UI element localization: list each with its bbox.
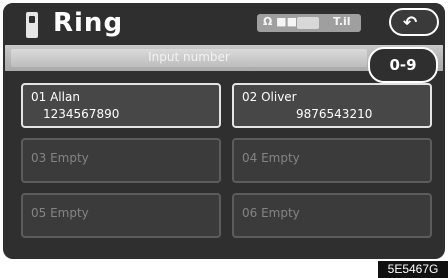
- number-pad-button[interactable]: 0-9: [368, 47, 438, 83]
- entry-06[interactable]: 06 Empty: [232, 193, 432, 238]
- title-bar: Ring Ω ■■ T.il ↶: [3, 3, 445, 45]
- entry-name: 04 Empty: [242, 151, 300, 165]
- back-arrow-icon: ↶: [403, 13, 418, 33]
- entry-name: 03 Empty: [31, 151, 89, 165]
- figure-code-label: 5E5467G: [378, 261, 448, 278]
- entry-phone: 9876543210: [296, 107, 373, 121]
- entry-01[interactable]: 01 Allan 1234567890: [21, 83, 221, 128]
- number-pad-label: 0-9: [389, 56, 417, 74]
- signal-text: T.il: [333, 15, 351, 28]
- phone-icon: [26, 12, 38, 38]
- entry-02[interactable]: 02 Oliver 9876543210: [232, 83, 432, 128]
- entry-03[interactable]: 03 Empty: [21, 138, 221, 183]
- back-button[interactable]: ↶: [389, 8, 439, 36]
- battery-icon: [297, 17, 319, 29]
- entry-name: 01 Allan: [31, 90, 80, 104]
- status-battery-text: Ω ■■: [263, 15, 297, 28]
- input-placeholder: Input number: [148, 50, 230, 64]
- entry-name: 06 Empty: [242, 206, 300, 220]
- status-indicator: Ω ■■ T.il: [257, 14, 361, 32]
- entry-name: 05 Empty: [31, 206, 89, 220]
- entry-name: 02 Oliver: [242, 90, 297, 104]
- number-input-field[interactable]: Input number: [11, 49, 367, 67]
- phone-screen: Ring Ω ■■ T.il ↶ Input number 0-9 01 All…: [3, 3, 445, 259]
- entry-05[interactable]: 05 Empty: [21, 193, 221, 238]
- entry-phone: 1234567890: [43, 107, 120, 121]
- page-title: Ring: [53, 8, 124, 38]
- entry-04[interactable]: 04 Empty: [232, 138, 432, 183]
